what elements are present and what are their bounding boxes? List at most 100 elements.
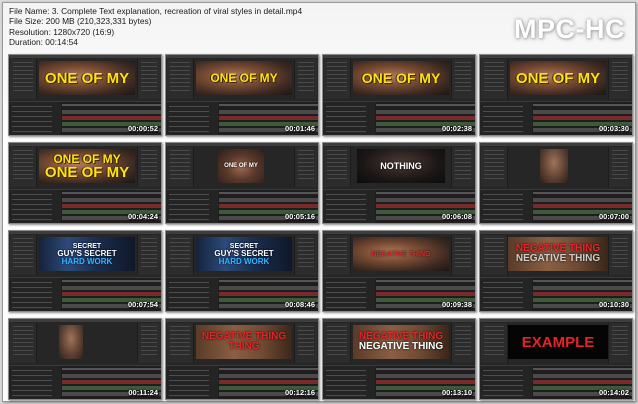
timeline-track bbox=[376, 198, 475, 202]
time-ruler bbox=[219, 192, 318, 194]
effects-panel bbox=[608, 59, 631, 99]
effects-panel bbox=[137, 147, 160, 187]
project-panel bbox=[10, 323, 37, 363]
project-panel bbox=[167, 147, 194, 187]
time-ruler bbox=[376, 280, 475, 282]
caption-text: ONE OF MY bbox=[515, 69, 601, 87]
video-preview: NEGATIVE THING bbox=[353, 237, 449, 271]
thumbnail: SECRET GUY'S SECRET HARD WORK 00:08:46 bbox=[165, 230, 319, 312]
effects-panel bbox=[451, 235, 474, 275]
timeline-track bbox=[376, 110, 475, 114]
layer-list bbox=[323, 190, 375, 223]
caption-text: ONE OF MY bbox=[361, 70, 441, 86]
layer-list bbox=[166, 366, 218, 399]
editor-menubar bbox=[166, 231, 318, 234]
duration: Duration: 00:14:54 bbox=[9, 37, 78, 48]
timestamp: 00:06:08 bbox=[441, 212, 472, 221]
editor-menubar bbox=[9, 55, 161, 58]
project-panel bbox=[481, 147, 508, 187]
timestamp: 00:14:02 bbox=[598, 388, 629, 397]
project-panel bbox=[10, 235, 37, 275]
timeline-track bbox=[62, 380, 161, 384]
project-panel bbox=[324, 59, 351, 99]
layer-list bbox=[480, 278, 532, 311]
time-ruler bbox=[219, 280, 318, 282]
video-preview: ONE OF MY bbox=[39, 61, 135, 95]
timestamp: 00:07:54 bbox=[127, 300, 158, 309]
timestamp: 00:08:46 bbox=[284, 300, 315, 309]
timeline-track bbox=[376, 374, 475, 378]
time-ruler bbox=[62, 368, 161, 370]
caption-text: NEGATIVE THING bbox=[358, 341, 444, 352]
video-preview: ONE OF MY bbox=[510, 61, 606, 95]
project-panel bbox=[167, 323, 194, 363]
timeline-track bbox=[533, 204, 632, 208]
timeline-track bbox=[62, 374, 161, 378]
time-ruler bbox=[376, 368, 475, 370]
file-info: File Name: 3. Complete Text explanation,… bbox=[9, 6, 302, 48]
project-panel bbox=[481, 59, 508, 99]
timeline-track bbox=[533, 286, 632, 290]
layer-list bbox=[166, 190, 218, 223]
timeline-track bbox=[219, 198, 318, 202]
layer-list bbox=[480, 102, 532, 135]
timestamp: 00:05:16 bbox=[284, 212, 315, 221]
effects-panel bbox=[294, 235, 317, 275]
project-panel bbox=[167, 235, 194, 275]
timestamp: 00:00:52 bbox=[127, 124, 158, 133]
effects-panel bbox=[294, 323, 317, 363]
timestamp: 00:03:30 bbox=[598, 124, 629, 133]
caption-text: EXAMPLE bbox=[521, 333, 595, 351]
editor-menubar bbox=[9, 319, 161, 322]
thumbnail: EXAMPLE 00:14:02 bbox=[479, 318, 633, 400]
timeline-track bbox=[376, 204, 475, 208]
video-preview bbox=[59, 325, 83, 359]
time-ruler bbox=[219, 368, 318, 370]
thumbnail: ONE OF MY 00:03:30 bbox=[479, 54, 633, 136]
thumbnail: ONE OF MY ONE OF MY 00:04:24 bbox=[8, 142, 162, 224]
thumbnail: NEGATIVE THING NEGATIVE THING 00:10:30 bbox=[479, 230, 633, 312]
player-logo: MPC-HC bbox=[514, 14, 625, 44]
time-ruler bbox=[62, 192, 161, 194]
video-preview: SECRET GUY'S SECRET HARD WORK bbox=[39, 237, 135, 271]
caption-text: ONE OF MY bbox=[44, 69, 130, 87]
editor-menubar bbox=[480, 143, 632, 146]
layer-list bbox=[323, 278, 375, 311]
effects-panel bbox=[294, 59, 317, 99]
timeline-track bbox=[533, 110, 632, 114]
timestamp: 00:12:16 bbox=[284, 388, 315, 397]
caption-text: NOTHING bbox=[380, 160, 422, 171]
timestamp: 00:11:24 bbox=[128, 388, 158, 397]
contact-sheet: File Name: 3. Complete Text explanation,… bbox=[2, 2, 636, 402]
project-panel bbox=[324, 323, 351, 363]
effects-panel bbox=[137, 323, 160, 363]
caption-text: HARD WORK bbox=[61, 256, 113, 266]
timeline-track bbox=[62, 198, 161, 202]
timestamp: 00:04:24 bbox=[127, 212, 158, 221]
effects-panel bbox=[137, 59, 160, 99]
time-ruler bbox=[219, 104, 318, 106]
project-panel bbox=[324, 147, 351, 187]
video-preview: ONE OF MY ONE OF MY bbox=[39, 149, 135, 183]
editor-menubar bbox=[166, 143, 318, 146]
thumbnail: ONE OF MY 00:00:52 bbox=[8, 54, 162, 136]
file-name: File Name: 3. Complete Text explanation,… bbox=[9, 6, 303, 16]
timestamp: 00:01:46 bbox=[284, 124, 315, 133]
thumbnail: NEGATIVE THING THING 00:12:16 bbox=[165, 318, 319, 400]
timeline-track bbox=[376, 286, 475, 290]
editor-menubar bbox=[166, 319, 318, 322]
video-preview: ONE OF MY bbox=[353, 61, 449, 95]
time-ruler bbox=[533, 104, 632, 106]
layer-list bbox=[480, 366, 532, 399]
video-preview: NEGATIVE THING NEGATIVE THING bbox=[353, 325, 449, 359]
caption-text: HARD WORK bbox=[218, 256, 270, 266]
video-preview: NEGATIVE THING THING bbox=[196, 325, 292, 359]
timeline-track bbox=[219, 292, 318, 296]
project-panel bbox=[10, 59, 37, 99]
video-preview: EXAMPLE bbox=[508, 325, 608, 359]
timeline-track bbox=[62, 204, 161, 208]
editor-menubar bbox=[323, 231, 475, 234]
caption-text: NEGATIVE THING bbox=[515, 253, 601, 264]
timeline-track bbox=[219, 116, 318, 120]
effects-panel bbox=[294, 147, 317, 187]
